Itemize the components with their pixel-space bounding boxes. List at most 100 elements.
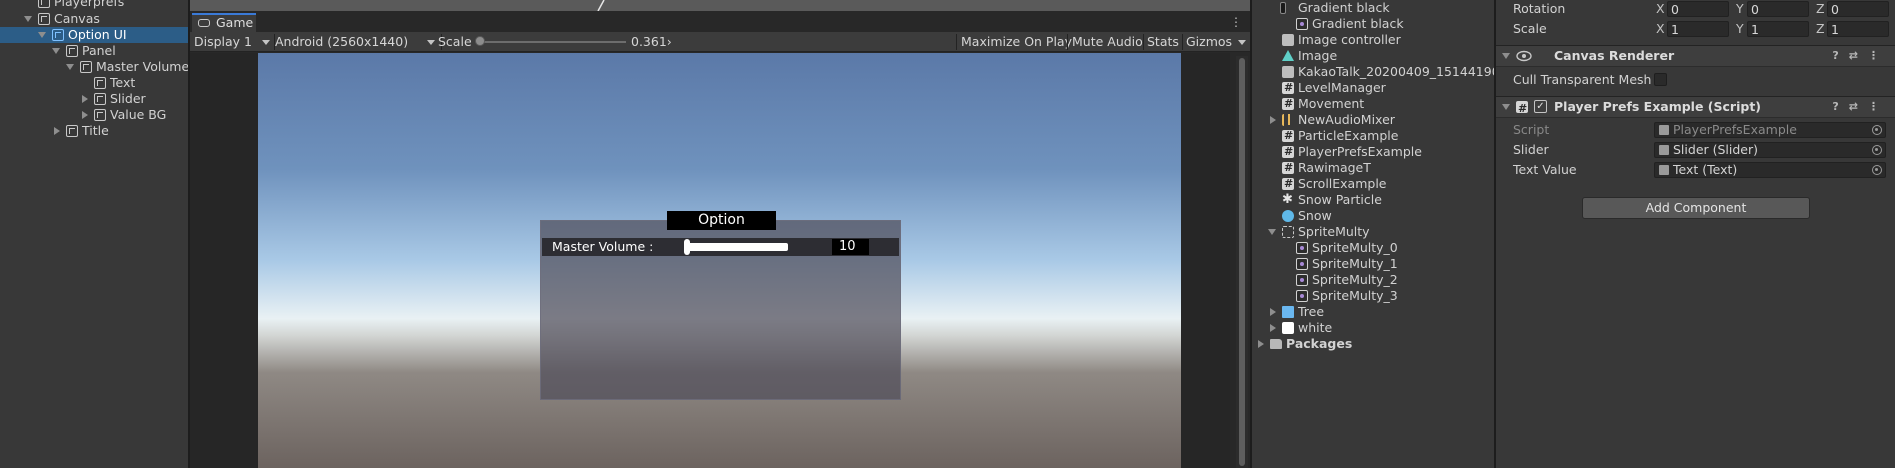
hierarchy-item-master-volume[interactable]: Master Volume: [0, 59, 188, 75]
expand-arrow-icon[interactable]: [66, 64, 74, 70]
script-icon: [1659, 125, 1669, 135]
scale-label: Scale: [438, 34, 472, 49]
project-item-tree[interactable]: Tree: [1252, 304, 1494, 320]
project-item-snow-particle[interactable]: ✱ Snow Particle: [1252, 192, 1494, 208]
project-item-white[interactable]: white: [1252, 320, 1494, 336]
scale-slider-handle[interactable]: [475, 36, 485, 46]
project-item-packages[interactable]: Packages: [1252, 336, 1494, 352]
image-icon: [1282, 66, 1294, 78]
project-item-newaudiomixer[interactable]: NewAudioMixer: [1252, 112, 1494, 128]
toolbar-separator: [1143, 34, 1144, 50]
project-panel: Gradient black Gradient black Image cont…: [1252, 0, 1494, 468]
collapse-arrow-icon[interactable]: [1270, 116, 1276, 124]
add-component-button[interactable]: Add Component: [1582, 197, 1810, 219]
sprite-icon: [1296, 258, 1308, 270]
display-dropdown[interactable]: Display 1: [194, 32, 270, 52]
expand-arrow-icon[interactable]: [52, 48, 60, 54]
fold-arrow-icon[interactable]: [1502, 53, 1510, 59]
expand-arrow-icon[interactable]: [38, 32, 46, 38]
project-item-spritemulty-0[interactable]: SpriteMulty_0: [1252, 240, 1494, 256]
hierarchy-item-text[interactable]: Text: [0, 75, 188, 91]
sprite-sheet-icon: [1282, 226, 1294, 238]
tab-game[interactable]: Game: [192, 13, 256, 32]
audio-mixer-icon: [1282, 114, 1294, 126]
project-item-snow[interactable]: Snow: [1252, 208, 1494, 224]
hierarchy-item-playerprefs[interactable]: Playerprefs: [0, 0, 188, 10]
project-item-image[interactable]: Image: [1252, 48, 1494, 64]
script-icon: [1282, 128, 1294, 144]
collapse-arrow-icon[interactable]: [1270, 324, 1276, 332]
component-enabled-checkbox[interactable]: ✓: [1534, 100, 1547, 113]
resolution-dropdown[interactable]: Android (2560x1440): [275, 32, 435, 52]
text-value-field[interactable]: Text (Text): [1654, 162, 1886, 178]
game-view[interactable]: Option Master Volume : 10: [190, 53, 1230, 468]
object-picker-icon[interactable]: [1872, 165, 1882, 175]
script-row: Script PlayerPrefsExample: [1496, 120, 1895, 140]
project-item-levelmanager[interactable]: LevelManager: [1252, 80, 1494, 96]
slider-row: Slider Slider (Slider): [1496, 140, 1895, 160]
project-item-image-controller[interactable]: Image controller: [1252, 32, 1494, 48]
cull-transparent-mesh-checkbox[interactable]: [1654, 73, 1667, 86]
toolbar-separator: [956, 34, 957, 50]
more-menu-icon[interactable]: ⋮: [1230, 15, 1242, 29]
script-icon: [1282, 96, 1294, 112]
project-item-gradient-black[interactable]: Gradient black: [1252, 0, 1494, 16]
project-item-gradient-black-sprite[interactable]: Gradient black: [1252, 16, 1494, 32]
animation-icon: [1282, 50, 1294, 61]
slider-field[interactable]: Slider (Slider): [1654, 142, 1886, 158]
collapse-arrow-icon[interactable]: [82, 95, 88, 103]
component-settings-icons[interactable]: ?⇄⋮: [1832, 97, 1889, 117]
master-volume-label: Master Volume :: [552, 239, 654, 254]
game-scrollbar[interactable]: [1236, 56, 1248, 468]
hierarchy-item-panel[interactable]: Panel: [0, 43, 188, 59]
hierarchy-item-option-ui[interactable]: Option UI: [0, 27, 188, 43]
project-item-kakaotalk[interactable]: KakaoTalk_20200409_1514419000: [1252, 64, 1494, 80]
collapse-arrow-icon[interactable]: [82, 111, 88, 119]
master-volume-row: Master Volume : 10: [542, 238, 899, 256]
hierarchy-item-canvas[interactable]: Canvas: [0, 11, 188, 27]
hierarchy-panel: Playerprefs Canvas Option UI Panel Maste…: [0, 0, 188, 468]
hierarchy-item-title[interactable]: Title: [0, 123, 188, 139]
scale-value: 0.361›: [631, 34, 672, 49]
project-item-scrollexample[interactable]: ScrollExample: [1252, 176, 1494, 192]
mute-audio-toggle[interactable]: Mute Audio: [1072, 32, 1143, 52]
game-viewport[interactable]: Option Master Volume : 10: [258, 53, 1181, 468]
gizmos-dropdown[interactable]: Gizmos: [1186, 32, 1246, 52]
component-settings-icons[interactable]: ?⇄⋮: [1832, 46, 1889, 66]
game-tab-bar: Game ⋮: [190, 11, 1250, 32]
master-volume-slider[interactable]: [684, 243, 788, 251]
collapse-arrow-icon[interactable]: [1258, 340, 1264, 348]
object-picker-icon: [1872, 125, 1882, 135]
expand-arrow-icon[interactable]: [1268, 229, 1276, 235]
hierarchy-item-slider[interactable]: Slider: [0, 91, 188, 107]
project-item-spritemulty-1[interactable]: SpriteMulty_1: [1252, 256, 1494, 272]
project-item-rawimaget[interactable]: RawimageT: [1252, 160, 1494, 176]
project-item-movement[interactable]: Movement: [1252, 96, 1494, 112]
hierarchy-item-value-bg[interactable]: Value BG: [0, 107, 188, 123]
sprite-icon: [1296, 290, 1308, 302]
gameobject-icon: [94, 109, 106, 121]
script-icon: [1282, 80, 1294, 96]
project-item-playerprefsexample[interactable]: PlayerPrefsExample: [1252, 144, 1494, 160]
project-item-particleexample[interactable]: ParticleExample: [1252, 128, 1494, 144]
master-volume-handle[interactable]: [684, 239, 690, 255]
project-item-spritemulty[interactable]: SpriteMulty: [1252, 224, 1494, 240]
stats-toggle[interactable]: Stats: [1147, 32, 1179, 52]
text-icon: [1659, 165, 1669, 175]
object-picker-icon[interactable]: [1872, 145, 1882, 155]
scale-slider-track[interactable]: [480, 41, 626, 43]
project-item-spritemulty-2[interactable]: SpriteMulty_2: [1252, 272, 1494, 288]
maximize-on-play-toggle[interactable]: Maximize On Play: [961, 32, 1072, 52]
option-title: Option: [667, 211, 776, 230]
fold-arrow-icon[interactable]: [1502, 104, 1510, 110]
prefab-icon: [1282, 306, 1294, 318]
toolbar-separator: [1067, 34, 1068, 50]
expand-arrow-icon[interactable]: [24, 16, 32, 22]
scene-view-strip: [190, 0, 1250, 11]
collapse-arrow-icon[interactable]: [1270, 308, 1276, 316]
project-item-spritemulty-3[interactable]: SpriteMulty_3: [1252, 288, 1494, 304]
player-prefs-example-header[interactable]: ✓ Player Prefs Example (Script) ?⇄⋮: [1496, 96, 1895, 119]
collapse-arrow-icon[interactable]: [54, 127, 60, 135]
gameobject-icon: [38, 13, 50, 25]
canvas-renderer-header[interactable]: Canvas Renderer ?⇄⋮: [1496, 45, 1895, 67]
